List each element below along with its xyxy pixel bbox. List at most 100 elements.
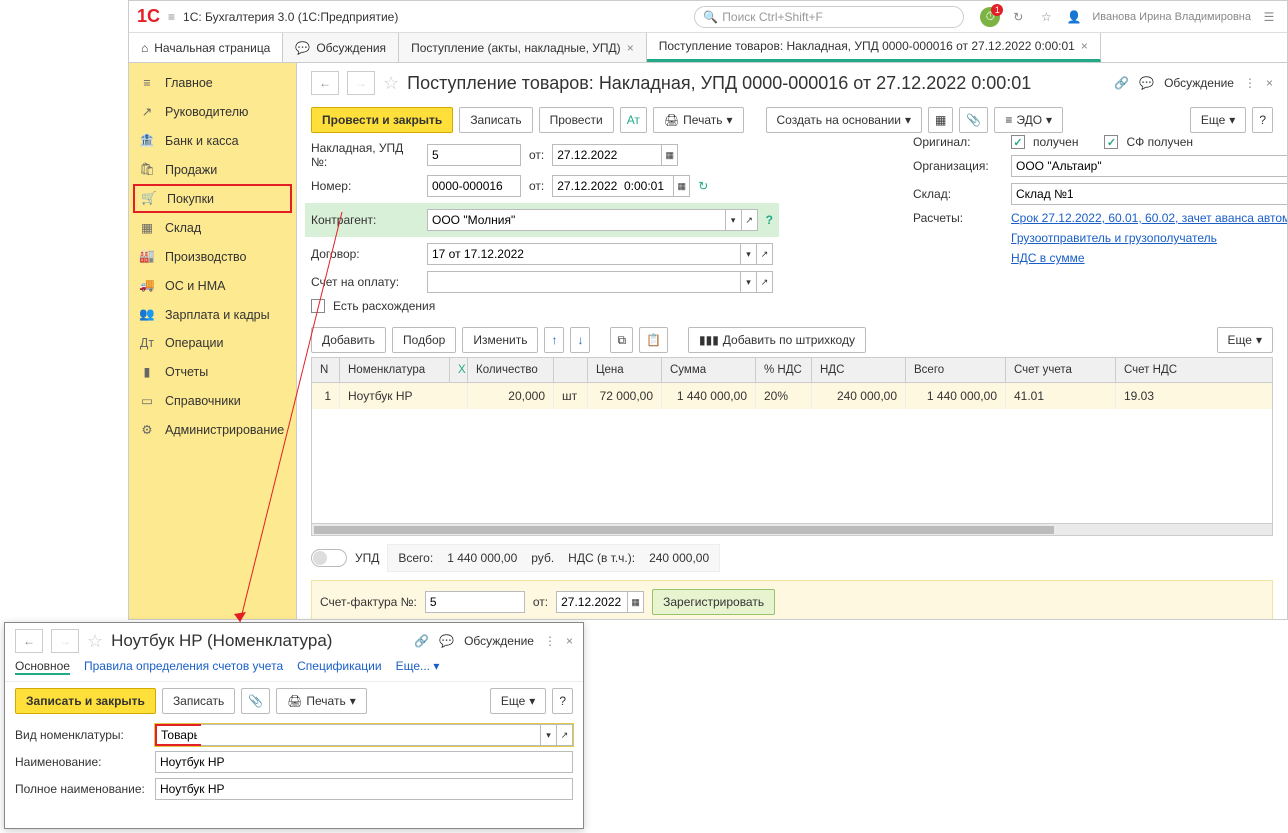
print-button[interactable]: 🖨 Печать ▾: [653, 107, 744, 133]
sidebar-item-1[interactable]: ↗Руководителю: [129, 97, 296, 126]
col-vat[interactable]: НДС: [812, 358, 906, 382]
invoice-date-input[interactable]: [552, 144, 662, 166]
excel-icon[interactable]: X: [450, 358, 468, 382]
link-icon[interactable]: 🔗: [1114, 76, 1129, 90]
table-row[interactable]: 1 Ноутбук HP 20,000 шт 72 000,00 1 440 0…: [312, 383, 1272, 409]
nav-back-button[interactable]: ←: [15, 629, 43, 653]
tab-discussions[interactable]: 💬 Обсуждения: [283, 33, 399, 62]
sidebar-item-10[interactable]: ▮Отчеты: [129, 357, 296, 386]
kind-input[interactable]: [155, 724, 201, 746]
settlements-link[interactable]: Срок 27.12.2022, 60.01, 60.02, зачет ава…: [1011, 211, 1287, 225]
sidebar-item-0[interactable]: ≡Главное: [129, 69, 296, 97]
nav-forward-button[interactable]: →: [51, 629, 79, 653]
move-up-button[interactable]: ↑: [544, 327, 564, 353]
attach-icon-button[interactable]: 📎: [241, 688, 270, 714]
nav-forward-button[interactable]: →: [347, 71, 375, 95]
col-price[interactable]: Цена: [588, 358, 662, 382]
save-button[interactable]: Записать: [459, 107, 532, 133]
chevron-down-icon[interactable]: ▾: [726, 209, 742, 231]
calendar-icon[interactable]: ▦: [628, 591, 644, 613]
post-and-close-button[interactable]: Провести и закрыть: [311, 107, 453, 133]
star-icon[interactable]: ☆: [383, 73, 399, 94]
col-n[interactable]: N: [312, 358, 340, 382]
copy-button[interactable]: ⧉: [610, 327, 633, 353]
contractor-input[interactable]: [427, 209, 726, 231]
col-total[interactable]: Всего: [906, 358, 1006, 382]
more-button[interactable]: Еще ▾: [1190, 107, 1246, 133]
upd-toggle[interactable]: [311, 549, 347, 567]
sidebar-item-5[interactable]: ▦Склад: [129, 213, 296, 242]
name-input[interactable]: [155, 751, 573, 773]
sidebar-item-4[interactable]: 🛒Покупки: [133, 184, 292, 213]
attach-icon-button[interactable]: 📎: [959, 107, 988, 133]
barcode-button[interactable]: ▮▮▮ Добавить по штрихкоду: [688, 327, 866, 353]
popup-print-button[interactable]: 🖨 Печать ▾: [276, 688, 367, 714]
calendar-icon[interactable]: ▦: [674, 175, 690, 197]
sidebar-item-8[interactable]: 👥Зарплата и кадры: [129, 300, 296, 329]
kebab-icon[interactable]: ⋮: [544, 634, 556, 648]
sf-date-input[interactable]: [556, 591, 628, 613]
col-qty[interactable]: Количество: [468, 358, 554, 382]
kebab-icon[interactable]: ⋮: [1244, 76, 1256, 90]
received-checkbox[interactable]: ✓: [1011, 135, 1025, 149]
create-based-button[interactable]: Создать на основании ▾: [766, 107, 923, 133]
shipper-link[interactable]: Грузоотправитель и грузополучатель: [1011, 231, 1217, 245]
help-icon[interactable]: ?: [766, 213, 773, 227]
user-icon[interactable]: 👤: [1064, 7, 1084, 27]
user-name[interactable]: Иванова Ирина Владимировна: [1092, 11, 1251, 23]
chevron-down-icon[interactable]: ▾: [741, 243, 757, 265]
open-icon[interactable]: ↗: [757, 243, 773, 265]
popup-save-close-button[interactable]: Записать и закрыть: [15, 688, 156, 714]
full-name-input[interactable]: [155, 778, 573, 800]
notifications-icon[interactable]: ⏱ 1: [980, 7, 1000, 27]
edit-button[interactable]: Изменить: [462, 327, 538, 353]
close-icon[interactable]: ×: [627, 41, 634, 55]
structure-icon-button[interactable]: ▦: [928, 107, 953, 133]
tab-receipts-list[interactable]: Поступление (акты, накладные, УПД) ×: [399, 33, 647, 62]
calendar-icon[interactable]: ▦: [662, 144, 678, 166]
contract-input[interactable]: [427, 243, 741, 265]
sidebar-item-11[interactable]: ▭Справочники: [129, 386, 296, 415]
post-button[interactable]: Провести: [539, 107, 614, 133]
table-more-button[interactable]: Еще ▾: [1217, 327, 1273, 353]
tab-receipt-doc[interactable]: Поступление товаров: Накладная, УПД 0000…: [647, 33, 1101, 62]
col-unit[interactable]: [554, 358, 588, 382]
sidebar-item-7[interactable]: 🚚ОС и НМА: [129, 271, 296, 300]
discrepancy-checkbox[interactable]: [311, 299, 325, 313]
sidebar-item-9[interactable]: ДтОперации: [129, 329, 296, 357]
vat-link[interactable]: НДС в сумме: [1011, 251, 1085, 265]
tab-main[interactable]: Основное: [15, 659, 70, 675]
close-icon[interactable]: ×: [1266, 76, 1273, 90]
col-account[interactable]: Счет учета: [1006, 358, 1116, 382]
organization-input[interactable]: [1011, 155, 1287, 177]
kind-input-rest[interactable]: [201, 724, 541, 746]
hamburger-icon[interactable]: ≡: [168, 10, 175, 24]
sidebar-item-3[interactable]: 🛍Продажи: [129, 155, 296, 184]
chevron-down-icon[interactable]: ▾: [541, 724, 557, 746]
sf-no-input[interactable]: [425, 591, 525, 613]
col-sum[interactable]: Сумма: [662, 358, 756, 382]
sidebar-item-2[interactable]: 🏦Банк и касса: [129, 126, 296, 155]
global-search[interactable]: 🔍 Поиск Ctrl+Shift+F: [694, 6, 964, 28]
favorite-icon[interactable]: ☆: [1036, 7, 1056, 27]
chat-icon[interactable]: 💬: [1139, 76, 1154, 90]
doc-date-input[interactable]: [552, 175, 674, 197]
discuss-label[interactable]: Обсуждение: [1164, 76, 1234, 90]
sidebar-item-6[interactable]: 🏭Производство: [129, 242, 296, 271]
popup-more-button[interactable]: Еще ▾: [490, 688, 546, 714]
col-vat-account[interactable]: Счет НДС: [1116, 358, 1272, 382]
link-icon[interactable]: 🔗: [414, 634, 429, 648]
payment-account-input[interactable]: [427, 271, 741, 293]
pick-button[interactable]: Подбор: [392, 327, 456, 353]
help-button[interactable]: ?: [552, 688, 573, 714]
open-icon[interactable]: ↗: [742, 209, 758, 231]
discuss-label[interactable]: Обсуждение: [464, 634, 534, 648]
edo-button[interactable]: ≡ ЭДО ▾: [994, 107, 1063, 133]
open-icon[interactable]: ↗: [557, 724, 573, 746]
move-down-button[interactable]: ↓: [570, 327, 590, 353]
warehouse-input[interactable]: [1011, 183, 1287, 205]
col-vat-rate[interactable]: % НДС: [756, 358, 812, 382]
register-button[interactable]: Зарегистрировать: [652, 589, 775, 615]
tab-more[interactable]: Еще... ▾: [396, 659, 440, 675]
tab-specs[interactable]: Спецификации: [297, 659, 381, 675]
